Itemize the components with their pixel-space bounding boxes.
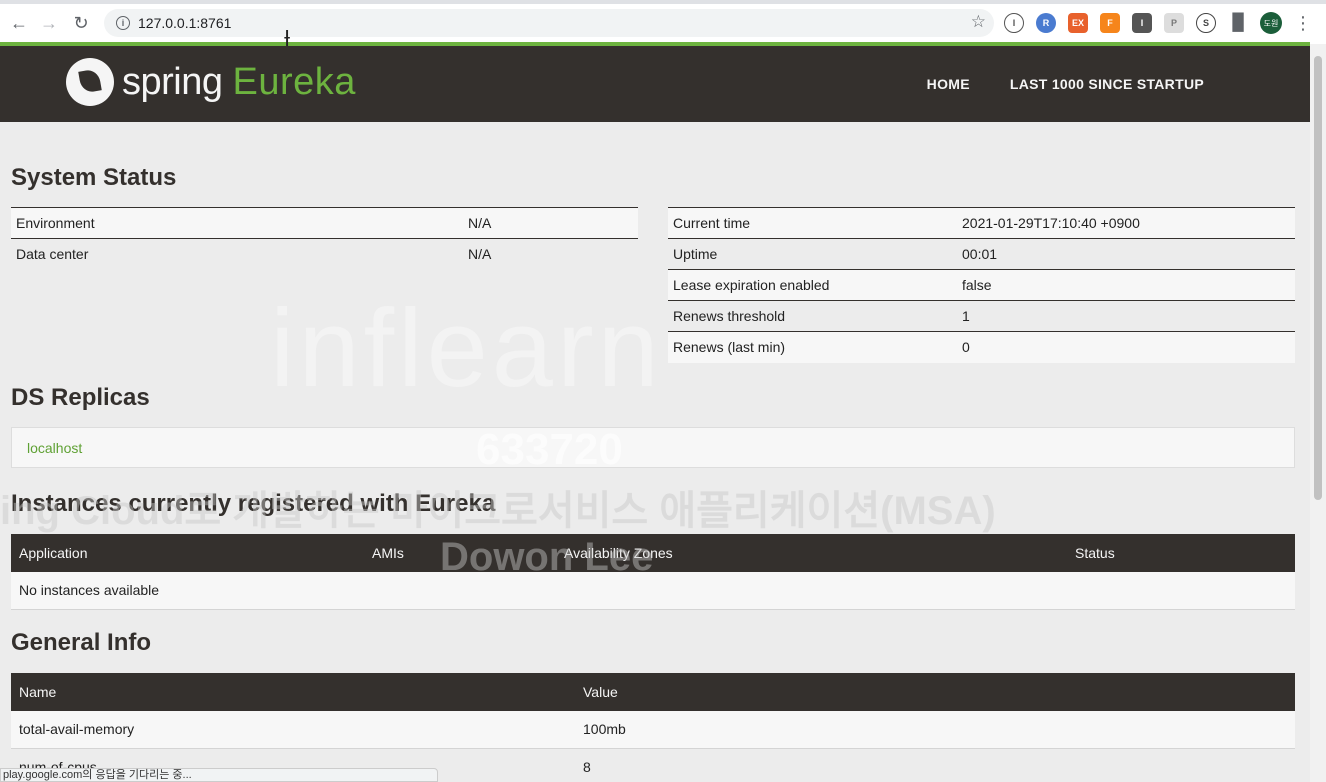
column-header: Value <box>575 673 1295 711</box>
table-row: Renews threshold 1 <box>668 300 1295 332</box>
extension-icon[interactable]: R <box>1036 13 1056 33</box>
column-header: Availability Zones <box>556 534 1067 572</box>
spring-leaf-icon <box>66 58 114 106</box>
extension-icon[interactable]: P <box>1164 13 1184 33</box>
vertical-scrollbar[interactable] <box>1310 44 1326 782</box>
ds-replicas-heading: DS Replicas <box>11 384 150 411</box>
system-status-left-table: Environment N/A Data center N/A <box>11 207 638 270</box>
table-row: Lease expiration enabled false <box>668 269 1295 301</box>
general-info-heading: General Info <box>11 629 152 656</box>
table-row: Uptime 00:01 <box>668 238 1295 270</box>
status-value: 0 <box>957 331 1295 363</box>
tab-strip <box>0 0 1326 4</box>
status-value: N/A <box>463 238 638 270</box>
status-label: Data center <box>11 238 463 270</box>
browser-toolbar: ← → ↻ i 127.0.0.1:8761 ☆ I R EX F I P S … <box>0 0 1326 46</box>
eureka-navbar: spring Eureka HOME LAST 1000 SINCE START… <box>0 46 1310 122</box>
main-content: System Status Environment N/A Data cente… <box>0 122 1310 782</box>
back-arrow-icon[interactable]: ← <box>4 8 34 38</box>
column-header: Status <box>1067 534 1295 572</box>
status-label: Current time <box>668 207 957 239</box>
profile-avatar[interactable]: 도원 <box>1260 12 1282 34</box>
column-header: Name <box>11 673 575 711</box>
address-bar[interactable]: i 127.0.0.1:8761 ☆ <box>104 9 994 37</box>
status-label: Uptime <box>668 238 957 270</box>
table-row: No instances available <box>11 572 1295 610</box>
nav-last-1000-link[interactable]: LAST 1000 SINCE STARTUP <box>1010 76 1204 92</box>
url-text[interactable]: 127.0.0.1:8761 <box>138 15 231 31</box>
info-value: 100mb <box>575 711 1295 749</box>
info-name: total-avail-memory <box>11 711 575 749</box>
replica-link-localhost[interactable]: localhost <box>27 440 82 456</box>
browser-status-bubble: play.google.com의 응답을 기다리는 중... <box>0 768 438 782</box>
ds-replicas-list: localhost <box>11 427 1295 468</box>
scrollbar-thumb[interactable] <box>1314 56 1322 500</box>
bookmark-star-icon[interactable]: ☆ <box>971 12 986 32</box>
sync-icon[interactable]: S <box>1196 13 1216 33</box>
puzzle-extensions-icon[interactable]: █ <box>1228 13 1248 33</box>
logo-eureka-text: Eureka <box>232 60 356 103</box>
status-value: false <box>957 269 1295 301</box>
system-status-heading: System Status <box>11 164 177 191</box>
info-value: 8 <box>575 748 1295 782</box>
reload-icon[interactable]: ↻ <box>66 8 96 38</box>
status-value: 1 <box>957 300 1295 332</box>
forward-arrow-icon[interactable]: → <box>34 8 64 38</box>
instances-heading: Instances currently registered with Eure… <box>11 490 496 517</box>
table-row: Data center N/A <box>11 238 638 270</box>
instances-table: Application AMIs Availability Zones Stat… <box>11 534 1295 610</box>
status-value: N/A <box>463 207 638 239</box>
column-header: Application <box>11 534 364 572</box>
table-row: Environment N/A <box>11 207 638 239</box>
table-row: Current time 2021-01-29T17:10:40 +0900 <box>668 207 1295 239</box>
table-header-row: Application AMIs Availability Zones Stat… <box>11 534 1295 572</box>
logo-spring-text: spring <box>122 60 223 103</box>
status-label: Environment <box>11 207 463 239</box>
system-status-right-table: Current time 2021-01-29T17:10:40 +0900 U… <box>668 207 1295 363</box>
extension-icon[interactable]: I <box>1132 13 1152 33</box>
extensions-toolbar: I R EX F I P S █ 도원 ⋮ <box>1004 12 1312 34</box>
column-header: AMIs <box>364 534 556 572</box>
nav-home-link[interactable]: HOME <box>927 76 970 92</box>
extension-icon[interactable]: I <box>1004 13 1024 33</box>
menu-kebab-icon[interactable]: ⋮ <box>1294 13 1312 33</box>
extension-ex-icon[interactable]: EX <box>1068 13 1088 33</box>
status-label: Lease expiration enabled <box>668 269 957 301</box>
site-info-icon[interactable]: i <box>116 16 130 30</box>
empty-message: No instances available <box>11 572 1295 610</box>
status-value: 2021-01-29T17:10:40 +0900 <box>957 207 1295 239</box>
table-header-row: Name Value <box>11 673 1295 711</box>
metamask-fox-icon[interactable]: F <box>1100 13 1120 33</box>
header-nav: HOME LAST 1000 SINCE STARTUP <box>927 76 1204 92</box>
status-label: Renews threshold <box>668 300 957 332</box>
general-info-table: Name Value total-avail-memory 100mb num-… <box>11 673 1295 782</box>
status-value: 00:01 <box>957 238 1295 270</box>
table-row: Renews (last min) 0 <box>668 331 1295 363</box>
table-row: total-avail-memory 100mb <box>11 711 1295 749</box>
status-label: Renews (last min) <box>668 331 957 363</box>
spring-eureka-logo[interactable]: spring Eureka <box>66 58 356 106</box>
